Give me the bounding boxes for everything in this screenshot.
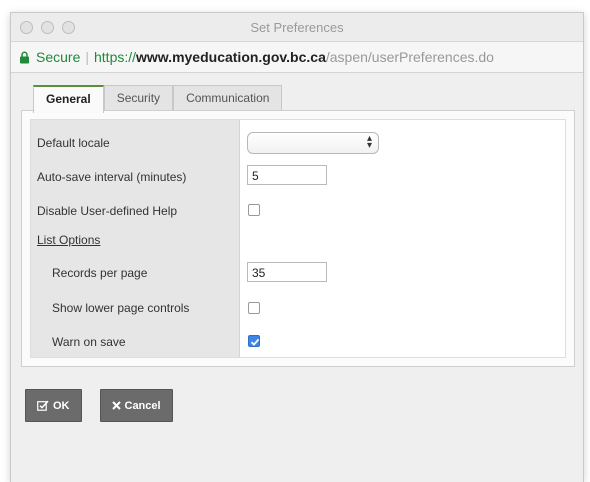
disable-help-checkbox[interactable] <box>248 204 260 216</box>
cancel-button[interactable]: Cancel <box>99 389 173 422</box>
secure-label: Secure <box>36 49 81 65</box>
window-title: Set Preferences <box>250 20 344 35</box>
autosave-interval-input[interactable]: 5 <box>247 165 327 185</box>
select-arrows-icon: ▴ ▾ <box>366 133 372 151</box>
label-column: Default locale Auto-save interval (minut… <box>31 120 240 357</box>
autosave-interval-label: Auto-save interval (minutes) <box>37 170 187 184</box>
address-bar[interactable]: Secure | https://www.myeducation.gov.bc.… <box>11 42 583 73</box>
url-protocol: https:// <box>94 49 137 65</box>
warn-on-save-checkbox[interactable] <box>248 335 260 347</box>
tab-general[interactable]: General <box>33 85 104 113</box>
dialog-buttons: OK Cancel <box>25 389 173 422</box>
tab-communication[interactable]: Communication <box>173 85 283 110</box>
default-locale-label: Default locale <box>37 136 110 150</box>
url-domain: www.myeducation.gov.bc.ca <box>136 49 326 65</box>
records-per-page-input[interactable]: 35 <box>247 262 327 282</box>
tab-bar: General Security Communication <box>33 85 573 113</box>
url-separator: | <box>85 49 89 65</box>
title-bar: Set Preferences <box>11 13 583 42</box>
dialog-content: General Security Communication Default l… <box>11 73 583 367</box>
disable-help-label: Disable User-defined Help <box>37 204 178 218</box>
ok-button[interactable]: OK <box>25 389 82 422</box>
url-path: /aspen/userPreferences.do <box>325 49 494 65</box>
lock-icon <box>19 51 30 64</box>
tab-security[interactable]: Security <box>103 85 174 110</box>
preferences-window: Set Preferences Secure | https://www.mye… <box>10 12 584 482</box>
close-icon <box>111 401 121 410</box>
preferences-form: Default locale Auto-save interval (minut… <box>30 119 566 358</box>
show-lower-controls-checkbox[interactable] <box>248 302 260 314</box>
checkmark-icon <box>250 338 260 346</box>
cancel-button-label: Cancel <box>124 399 161 412</box>
value-column: ▴ ▾ 5 35 <box>240 120 565 357</box>
warn-on-save-label: Warn on save <box>52 335 126 349</box>
edit-check-icon <box>37 400 49 411</box>
show-lower-controls-label: Show lower page controls <box>52 301 190 315</box>
list-options-heading: List Options <box>37 233 101 247</box>
records-per-page-label: Records per page <box>52 266 148 280</box>
default-locale-select[interactable]: ▴ ▾ <box>247 132 379 154</box>
ok-button-label: OK <box>53 399 70 412</box>
general-panel: Default locale Auto-save interval (minut… <box>21 110 575 367</box>
